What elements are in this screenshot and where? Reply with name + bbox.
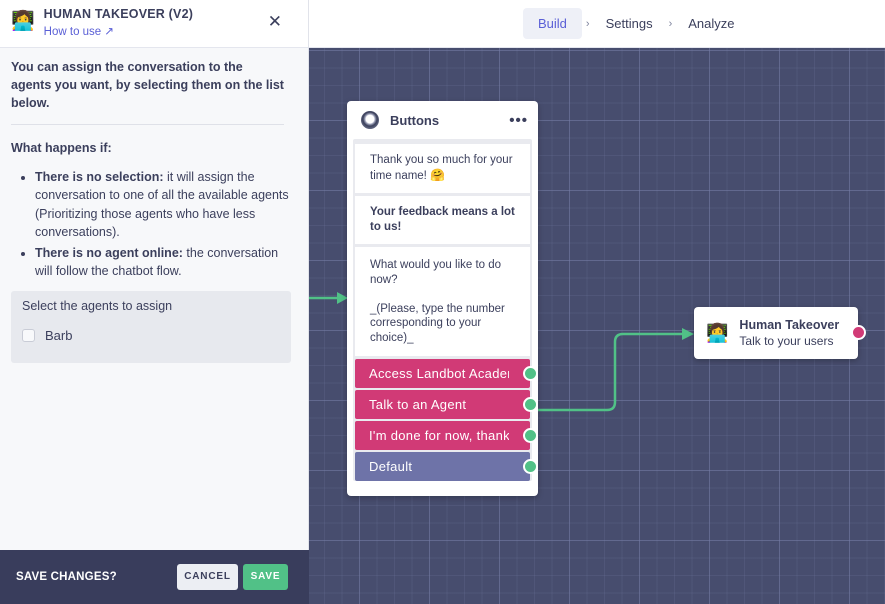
hugging-face-icon: 🤗 (430, 167, 446, 182)
save-changes-bar: SAVE CHANGES? CANCEL SAVE (0, 550, 309, 604)
option-label: Talk to an Agent (369, 397, 467, 412)
message-bubble: Thank you so much for your time name! 🤗 (355, 144, 530, 193)
step-settings[interactable]: Settings (594, 8, 665, 39)
chevron-right-icon: › (585, 17, 590, 30)
rule-label: There is no agent online: (35, 246, 183, 261)
save-changes-label: SAVE CHANGES? (16, 571, 117, 583)
option-button[interactable]: I'm done for now, thanks (355, 421, 538, 450)
close-icon[interactable]: ✕ (268, 12, 282, 32)
panel-heading: HUMAN TAKEOVER (V2) How to use ↗ (44, 7, 193, 40)
agent-checkbox[interactable] (22, 328, 35, 342)
save-button[interactable]: SAVE (243, 564, 288, 590)
more-options-icon[interactable]: ••• (509, 112, 528, 129)
settings-panel: 👩‍💻 HUMAN TAKEOVER (V2) How to use ↗ ✕ Y… (0, 0, 309, 550)
list-item: There is no agent online: the conversati… (35, 244, 290, 281)
output-port[interactable] (523, 459, 538, 474)
how-to-use-label: How to use (43, 26, 102, 38)
builder-steps: Build › Settings › Analyze (523, 8, 747, 39)
rule-label: There is no selection: (35, 170, 164, 184)
cancel-button[interactable]: CANCEL (177, 564, 238, 590)
how-to-use-link[interactable]: How to use ↗ (44, 24, 114, 38)
output-port[interactable] (523, 428, 538, 443)
message-bubble: Your feedback means a lot to us! (355, 196, 530, 244)
technologist-icon: 👩‍💻 (11, 11, 35, 32)
step-analyze[interactable]: Analyze (676, 8, 746, 39)
top-navigation: Build › Settings › Analyze (309, 0, 885, 48)
node-body: Thank you so much for your time name! 🤗 … (353, 139, 538, 481)
output-port[interactable] (851, 325, 866, 340)
message-text: What would you like to do now? _(Please,… (370, 259, 505, 344)
panel-header: 👩‍💻 HUMAN TAKEOVER (V2) How to use ↗ ✕ (0, 0, 308, 48)
panel-intro: You can assign the conversation to the a… (11, 58, 284, 125)
step-build[interactable]: Build (523, 8, 582, 39)
output-port[interactable] (523, 397, 538, 412)
agents-title: Select the agents to assign (22, 298, 173, 313)
message-bubble: What would you like to do now? _(Please,… (355, 247, 530, 356)
option-button[interactable]: Talk to an Agent (355, 390, 538, 419)
external-link-icon: ↗ (104, 26, 115, 38)
node-header[interactable]: Buttons ••• (347, 101, 538, 139)
option-label: I'm done for now, thanks (369, 428, 509, 443)
option-label: Default (369, 459, 413, 474)
agents-selector: Select the agents to assign Barb (11, 290, 291, 363)
rules-list: There is no selection: it will assign th… (35, 168, 290, 281)
node-title: Buttons (390, 112, 440, 128)
buttons-block-icon (361, 111, 379, 129)
node-text: Human Takeover Talk to your users (739, 318, 839, 348)
what-happens-title: What happens if: (11, 141, 112, 155)
option-button[interactable]: Access Landbot Academy (355, 359, 538, 388)
node-subtitle: Talk to your users (739, 334, 834, 348)
human-takeover-node[interactable]: 👩‍💻 Human Takeover Talk to your users (694, 307, 866, 359)
output-port[interactable] (523, 366, 538, 381)
buttons-node[interactable]: Buttons ••• Thank you so much for your t… (347, 101, 538, 496)
agent-name: Barb (45, 327, 73, 343)
panel-title: HUMAN TAKEOVER (V2) (43, 7, 194, 21)
message-text: Your feedback means a lot to us! (370, 206, 515, 233)
option-label: Access Landbot Academy (369, 366, 509, 381)
chevron-right-icon: › (668, 17, 673, 30)
agent-option[interactable]: Barb (22, 328, 280, 343)
node-title: Human Takeover (739, 318, 840, 332)
technologist-icon: 👩‍💻 (706, 322, 729, 343)
list-item: There is no selection: it will assign th… (35, 168, 290, 241)
default-option[interactable]: Default (355, 452, 538, 481)
